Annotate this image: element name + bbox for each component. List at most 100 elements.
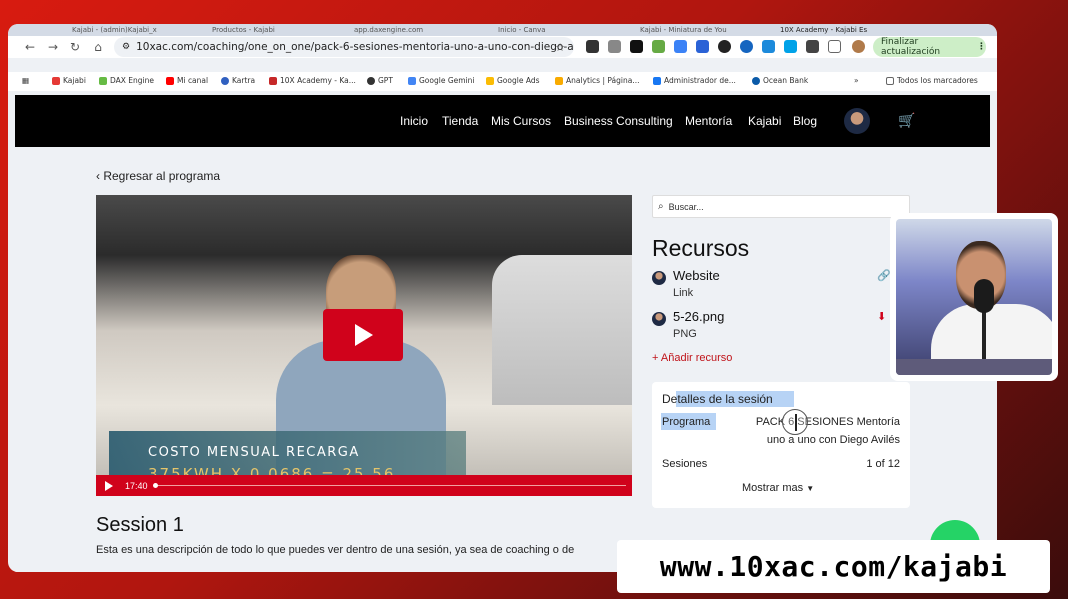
browser-tab[interactable]: Kajabi - (admin)Kajabi_x — [72, 26, 192, 36]
sessions-value: 1 of 12 — [866, 458, 900, 470]
reload-icon[interactable]: ↻ — [65, 37, 85, 57]
nav-business-consulting[interactable]: Business Consulting — [564, 114, 673, 128]
more-bookmarks-icon[interactable]: » — [854, 76, 859, 85]
extension-icon[interactable] — [718, 40, 731, 53]
camera-extension-icon[interactable] — [608, 40, 621, 53]
browser-tab[interactable]: app.daxengine.com — [354, 26, 484, 36]
session-details-card: Detalles de la sesión Programa PACK 6 SE… — [652, 382, 910, 508]
browser-tab[interactable]: Inicio - Canva — [498, 26, 618, 36]
home-icon[interactable]: ⌂ — [88, 37, 108, 57]
ocean-bank-icon — [752, 76, 760, 85]
apps-grid-icon[interactable]: ▦ — [22, 76, 29, 85]
bookmark-label: Kartra — [232, 76, 256, 85]
url-banner-text: www.10xac.com/kajabi — [659, 550, 1008, 583]
browser-tab[interactable]: Kajabi - Miniatura de You — [640, 26, 760, 36]
forward-arrow-icon[interactable]: → — [43, 37, 63, 57]
bookmark-item[interactable]: Administrador de... — [653, 76, 736, 85]
kajabi-icon — [52, 76, 60, 85]
bookmark-label: 10X Academy - Ka... — [280, 76, 356, 85]
back-to-program-link[interactable]: ‹ Regresar al programa — [96, 169, 220, 183]
session-description: Esta es una descripción de todo lo que p… — [96, 544, 575, 556]
address-bar[interactable]: ⚙ 10xac.com/coaching/one_on_one/pack-6-s… — [114, 37, 574, 57]
nav-kajabi[interactable]: Kajabi — [748, 114, 781, 128]
lt-extension-icon[interactable] — [630, 40, 643, 53]
bookmark-item[interactable]: Analytics | Página... — [555, 76, 639, 85]
extensions-puzzle-icon[interactable] — [828, 40, 841, 53]
nav-mentoria[interactable]: Mentoría — [685, 114, 732, 128]
browser-window: Kajabi - (admin)Kajabi_x Productos - Kaj… — [8, 24, 997, 572]
cart-icon[interactable]: 🛒 — [898, 113, 915, 129]
bookmark-label: Google Ads — [497, 76, 540, 85]
resource-avatar-icon — [652, 312, 666, 326]
bookmark-item[interactable]: Ocean Bank — [752, 76, 808, 85]
extension-icon[interactable] — [652, 40, 665, 53]
gemini-icon — [408, 76, 416, 85]
sessions-label: Sesiones — [662, 458, 708, 470]
resource-name[interactable]: 5-26.png — [673, 309, 724, 324]
nav-blog[interactable]: Blog — [793, 114, 817, 128]
bookmark-item[interactable]: 10X Academy - Ka... — [269, 76, 356, 85]
extension-icon[interactable] — [806, 40, 819, 53]
browser-tab-active[interactable]: 10X Academy - Kajabi Es — [780, 26, 910, 36]
bookmark-star-icon[interactable]: ☆ — [550, 37, 570, 57]
play-small-icon[interactable] — [105, 480, 113, 491]
bookmark-item[interactable]: Kajabi — [52, 76, 86, 85]
bookmark-item[interactable]: GPT — [367, 76, 393, 85]
download-icon[interactable]: ⬇ — [877, 310, 886, 323]
more-vertical-icon[interactable]: ⋮ — [977, 42, 986, 52]
bookmark-item[interactable]: Mi canal — [166, 76, 208, 85]
video-progress-track[interactable] — [156, 485, 626, 486]
browser-toolbar: ← → ↻ ⌂ ⚙ 10xac.com/coaching/one_on_one/… — [8, 36, 997, 58]
video-controls: 17:40 — [96, 475, 632, 496]
details-title: Detalles de la sesión — [662, 392, 773, 406]
bookmark-label: Mi canal — [177, 76, 209, 85]
resources-title: Recursos — [652, 235, 750, 261]
update-button[interactable]: Finalizar actualización ⋮ — [873, 37, 986, 57]
session-title: Session 1 — [96, 514, 184, 536]
url-text: 10xac.com/coaching/one_on_one/pack-6-ses… — [136, 41, 574, 53]
site-header: Inicio Tienda Mis Cursos Business Consul… — [15, 95, 990, 147]
profile-avatar-icon[interactable] — [852, 40, 865, 53]
video-overlay-title: COSTO MENSUAL RECARGA — [148, 445, 360, 460]
link-icon[interactable]: 🔗 — [877, 269, 891, 282]
extension-icon[interactable] — [784, 40, 797, 53]
show-more-button[interactable]: Mostrar mas ▼ — [742, 482, 814, 494]
extension-icon[interactable] — [740, 40, 753, 53]
resource-type: PNG — [673, 328, 697, 340]
update-button-label: Finalizar actualización — [881, 37, 941, 57]
bookmark-item[interactable]: Google Gemini — [408, 76, 475, 85]
video-player[interactable]: COSTO MENSUAL RECARGA 375KWH X 0.0686 = … — [96, 195, 632, 496]
site-settings-icon[interactable]: ⚙ — [122, 42, 130, 52]
search-placeholder: Buscar... — [668, 201, 704, 212]
10x-icon — [269, 76, 277, 85]
bookmark-item[interactable]: Kartra — [221, 76, 255, 85]
bookmark-item[interactable]: Google Ads — [486, 76, 540, 85]
youtube-icon — [166, 76, 174, 85]
user-avatar[interactable] — [844, 108, 870, 134]
bookmark-label: DAX Engine — [110, 76, 155, 85]
extension-icon[interactable] — [674, 40, 687, 53]
back-arrow-icon[interactable]: ← — [20, 37, 40, 57]
bookmark-item[interactable]: Todos los marcadores — [886, 76, 978, 85]
browser-tab[interactable]: Productos - Kajabi — [212, 26, 332, 36]
nav-mis-cursos[interactable]: Mis Cursos — [491, 114, 551, 128]
add-resource-link[interactable]: + Añadir recurso — [652, 352, 732, 364]
bookmark-item[interactable]: DAX Engine — [99, 76, 154, 85]
play-button[interactable] — [323, 309, 403, 361]
resource-avatar-icon — [652, 271, 666, 285]
dax-icon — [99, 76, 107, 85]
extension-icon[interactable] — [762, 40, 775, 53]
chevron-down-icon: ▼ — [806, 484, 815, 493]
tab-strip: Kajabi - (admin)Kajabi_x Productos - Kaj… — [8, 24, 997, 36]
nav-tienda[interactable]: Tienda — [442, 114, 478, 128]
resource-name[interactable]: Website — [673, 268, 720, 283]
folder-icon — [886, 76, 894, 85]
video-time: 17:40 — [125, 480, 148, 491]
translate-extension-icon[interactable] — [696, 40, 709, 53]
search-box[interactable]: ⌕ Buscar... — [652, 195, 910, 218]
nav-inicio[interactable]: Inicio — [400, 114, 428, 128]
video-progress-knob[interactable] — [153, 483, 158, 488]
eyedropper-extension-icon[interactable] — [586, 40, 599, 53]
bookmark-label: Administrador de... — [664, 76, 736, 85]
resource-type: Link — [673, 287, 694, 299]
